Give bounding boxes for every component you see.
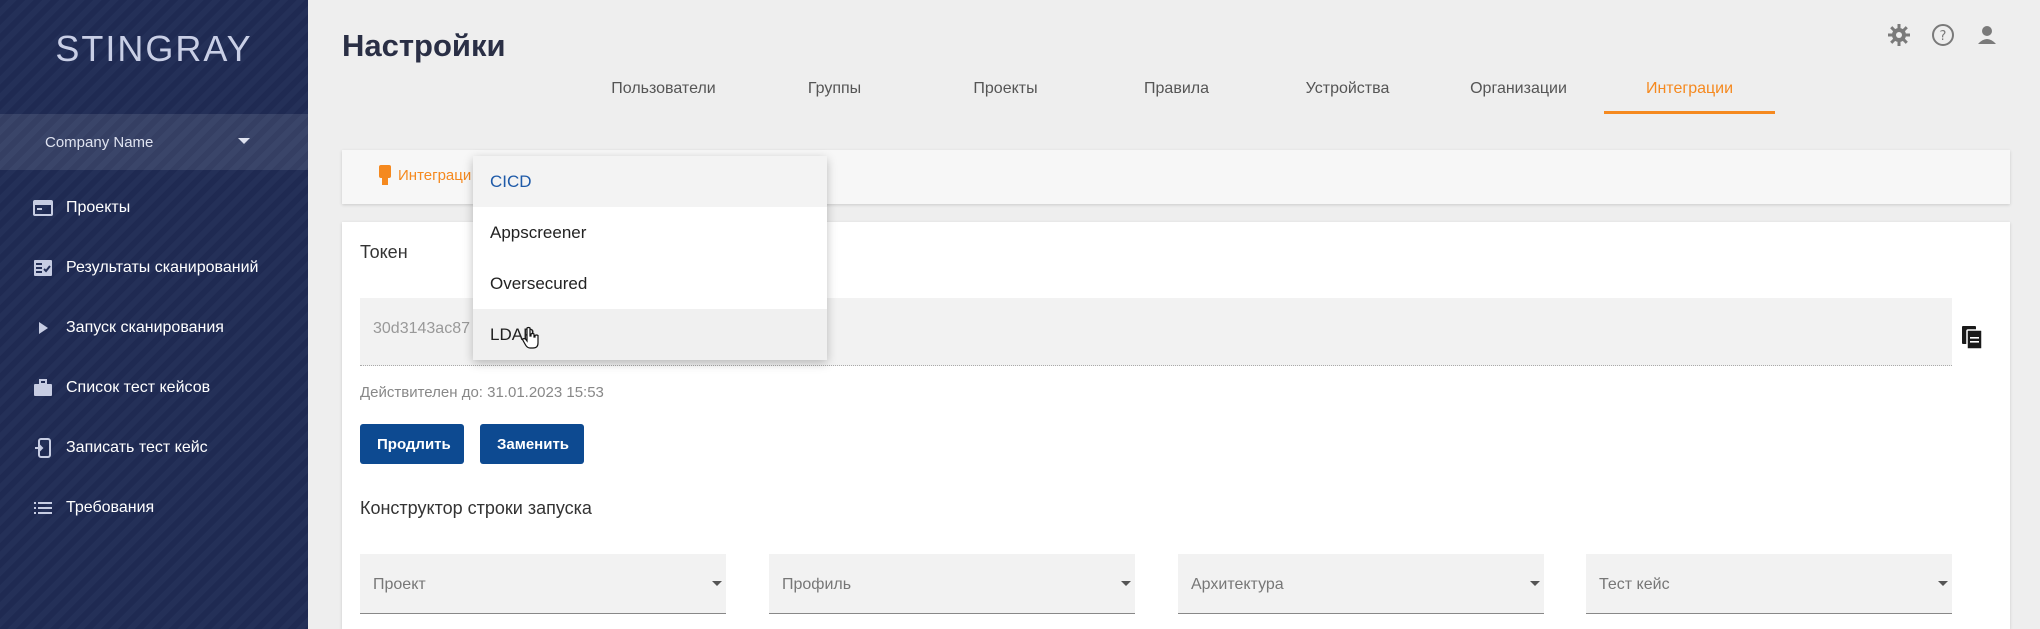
sidebar-item-label: Результаты сканирований — [66, 259, 259, 276]
select-placeholder: Профиль — [782, 576, 852, 593]
integration-type-label: Интеграци — [398, 166, 472, 184]
dropdown-item-appscreener[interactable]: Appscreener — [473, 207, 827, 258]
record-device-icon — [32, 437, 54, 459]
copy-icon[interactable] — [1960, 324, 1986, 350]
token-label: Токен — [360, 242, 408, 262]
briefcase-icon — [32, 377, 54, 399]
page-title: Настройки — [342, 28, 506, 63]
app-logo: STINGRAY — [55, 28, 253, 69]
constructor-label: Конструктор строки запуска — [360, 498, 592, 518]
tab-groups[interactable]: Группы — [749, 72, 920, 114]
sidebar-item-label: Список тест кейсов — [66, 379, 211, 396]
company-name: Company Name — [45, 133, 154, 151]
integration-plug-icon — [378, 164, 392, 186]
replace-button[interactable]: Заменить — [480, 424, 584, 464]
chevron-down-icon — [1121, 581, 1131, 586]
chevron-down-icon — [1530, 581, 1540, 586]
tab-integrations[interactable]: Интеграции — [1604, 72, 1775, 114]
select-placeholder: Проект — [373, 576, 426, 593]
chevron-down-icon — [238, 138, 250, 144]
hand-cursor-icon — [521, 326, 541, 350]
gear-icon[interactable] — [1886, 22, 1912, 48]
tab-projects[interactable]: Проекты — [920, 72, 1091, 114]
project-select[interactable]: Проект — [360, 554, 726, 614]
company-selector[interactable]: Company Name — [0, 114, 308, 170]
projects-icon — [32, 197, 54, 219]
sidebar-item-scan-results[interactable]: Результаты сканирований — [0, 238, 308, 298]
svg-text:?: ? — [1940, 29, 1947, 44]
help-icon[interactable]: ? — [1930, 22, 1956, 48]
user-icon[interactable] — [1974, 22, 2000, 48]
sidebar-item-projects[interactable]: Проекты — [0, 178, 308, 238]
sidebar-item-label: Требования — [66, 499, 155, 516]
sidebar-nav: Проекты Результаты сканирований Запуск с… — [0, 178, 308, 538]
play-icon — [32, 317, 54, 339]
select-placeholder: Архитектура — [1191, 576, 1284, 593]
dropdown-item-oversecured[interactable]: Oversecured — [473, 258, 827, 309]
sidebar-item-label: Записать тест кейс — [66, 439, 208, 456]
settings-tabs: Пользователи Группы Проекты Правила Устр… — [578, 72, 1775, 114]
sidebar-item-record-test-case[interactable]: Записать тест кейс — [0, 418, 308, 478]
extend-button[interactable]: Продлить — [360, 424, 464, 464]
sidebar-item-requirements[interactable]: Требования — [0, 478, 308, 538]
test-case-select[interactable]: Тест кейс — [1586, 554, 1952, 614]
tab-rules[interactable]: Правила — [1091, 72, 1262, 114]
token-valid-until: Действителен до: 31.01.2023 15:53 — [360, 384, 604, 401]
sidebar-item-run-scan[interactable]: Запуск сканирования — [0, 298, 308, 358]
tab-users[interactable]: Пользователи — [578, 72, 749, 114]
chevron-down-icon — [712, 581, 722, 586]
integration-type-tab[interactable]: Интеграци — [378, 164, 471, 186]
select-placeholder: Тест кейс — [1599, 576, 1670, 593]
list-icon — [32, 497, 54, 519]
header-actions: ? — [1886, 22, 2000, 48]
dropdown-item-cicd[interactable]: CICD — [473, 156, 827, 207]
profile-select[interactable]: Профиль — [769, 554, 1135, 614]
scan-results-icon — [32, 257, 54, 279]
sidebar-item-label: Запуск сканирования — [66, 319, 224, 336]
architecture-select[interactable]: Архитектура — [1178, 554, 1544, 614]
tab-organizations[interactable]: Организации — [1433, 72, 1604, 114]
chevron-down-icon — [1938, 581, 1948, 586]
tab-devices[interactable]: Устройства — [1262, 72, 1433, 114]
sidebar-item-label: Проекты — [66, 199, 131, 216]
sidebar: STINGRAY Company Name Проекты Результаты… — [0, 0, 308, 629]
sidebar-item-test-cases[interactable]: Список тест кейсов — [0, 358, 308, 418]
